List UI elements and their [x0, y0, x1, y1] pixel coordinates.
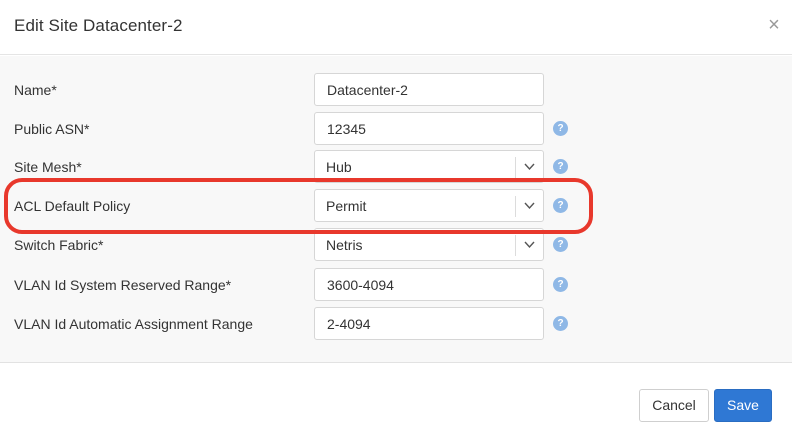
edit-site-dialog: Edit Site Datacenter-2 × Name* Public AS… — [0, 0, 792, 442]
chevron-down-icon — [524, 241, 535, 249]
public-asn-input[interactable] — [314, 112, 544, 145]
form-row-vlan-automatic-range: VLAN Id Automatic Assignment Range ? — [0, 307, 792, 341]
site-mesh-select[interactable]: Hub — [314, 150, 544, 183]
help-icon[interactable]: ? — [553, 159, 568, 174]
help-icon[interactable]: ? — [553, 121, 568, 136]
vlan-reserved-range-input[interactable] — [314, 268, 544, 301]
field-label: Name* — [14, 82, 57, 98]
help-icon[interactable]: ? — [553, 316, 568, 331]
close-icon[interactable]: × — [764, 15, 784, 36]
cancel-button[interactable]: Cancel — [639, 389, 709, 422]
form-row-public-asn: Public ASN* ? — [0, 112, 792, 146]
switch-fabric-select[interactable]: Netris — [314, 228, 544, 261]
field-label: Public ASN* — [14, 121, 90, 137]
field-label: VLAN Id System Reserved Range* — [14, 277, 232, 293]
save-button[interactable]: Save — [714, 389, 772, 422]
help-icon[interactable]: ? — [553, 277, 568, 292]
field-label: ACL Default Policy — [14, 198, 131, 214]
help-icon[interactable]: ? — [553, 237, 568, 252]
dialog-title: Edit Site Datacenter-2 — [14, 16, 183, 35]
form-row-site-mesh: Site Mesh* Hub ? — [0, 150, 792, 184]
chevron-down-icon — [524, 163, 535, 171]
select-value: Hub — [326, 159, 352, 175]
acl-default-policy-select[interactable]: Permit — [314, 189, 544, 222]
select-divider — [515, 157, 516, 178]
dialog-footer: Cancel Save — [0, 363, 792, 442]
dialog-header: Edit Site Datacenter-2 × — [0, 0, 792, 55]
field-label: VLAN Id Automatic Assignment Range — [14, 316, 253, 332]
select-value: Permit — [326, 198, 367, 214]
select-divider — [515, 196, 516, 217]
vlan-automatic-range-input[interactable] — [314, 307, 544, 340]
form-row-switch-fabric: Switch Fabric* Netris ? — [0, 228, 792, 262]
help-icon[interactable]: ? — [553, 198, 568, 213]
field-label: Site Mesh* — [14, 159, 82, 175]
field-label: Switch Fabric* — [14, 237, 104, 253]
form-row-name: Name* — [0, 73, 792, 107]
name-input[interactable] — [314, 73, 544, 106]
dialog-body: Name* Public ASN* ? Site Mesh* Hub ? ACL… — [0, 56, 792, 363]
select-divider — [515, 235, 516, 256]
form-row-acl-default-policy: ACL Default Policy Permit ? — [0, 189, 792, 223]
form-row-vlan-reserved-range: VLAN Id System Reserved Range* ? — [0, 268, 792, 302]
chevron-down-icon — [524, 202, 535, 210]
select-value: Netris — [326, 237, 363, 253]
